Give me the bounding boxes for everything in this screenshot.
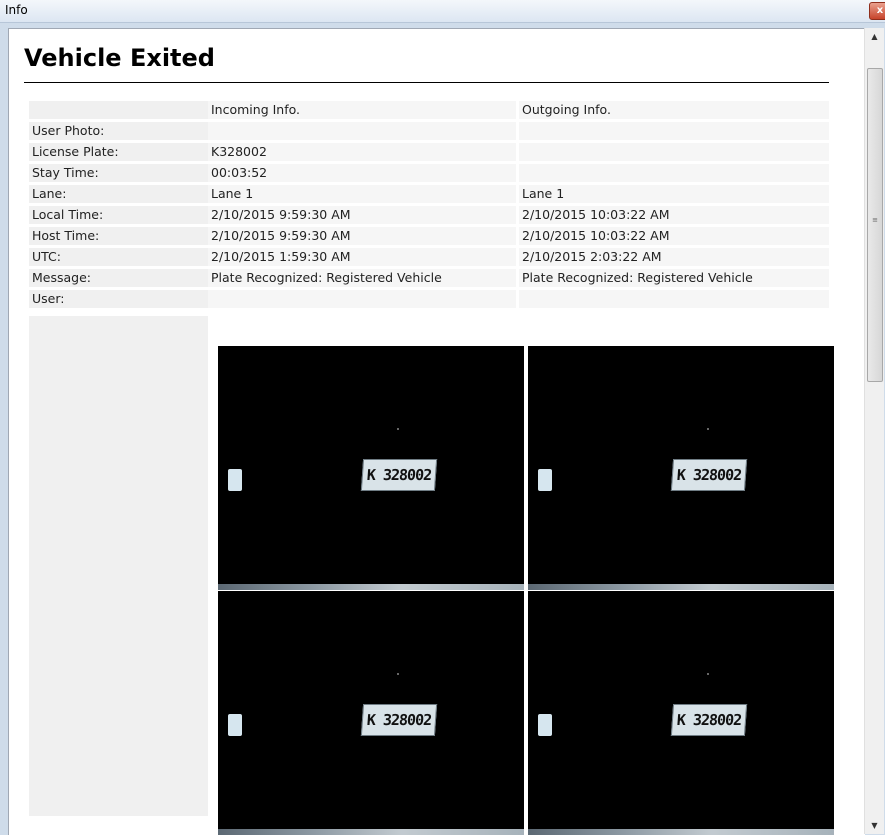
license-plate-image: K 328002 <box>670 459 748 491</box>
row-label: Lane: <box>29 185 208 203</box>
row-incoming: Plate Recognized: Registered Vehicle <box>208 269 516 287</box>
header-outgoing: Outgoing Info. <box>519 101 829 119</box>
row-label: User Photo: <box>29 122 208 140</box>
header-incoming: Incoming Info. <box>208 101 516 119</box>
table-row: User: <box>29 290 829 308</box>
photo-reflection <box>228 714 242 736</box>
scroll-up-arrow-icon[interactable]: ▲ <box>865 28 884 45</box>
table-row: UTC: 2/10/2015 1:59:30 AM 2/10/2015 2:03… <box>29 248 829 266</box>
header-cell-empty <box>29 101 208 119</box>
page-title: Vehicle Exited <box>24 44 215 72</box>
row-label: Stay Time: <box>29 164 208 182</box>
row-outgoing <box>519 143 829 161</box>
row-outgoing <box>519 164 829 182</box>
heading-divider <box>24 82 829 83</box>
table-row: User Photo: <box>29 122 829 140</box>
row-outgoing: Plate Recognized: Registered Vehicle <box>519 269 829 287</box>
table-row: Message: Plate Recognized: Registered Ve… <box>29 269 829 287</box>
row-outgoing: Lane 1 <box>519 185 829 203</box>
window-title: Info <box>5 3 28 17</box>
close-icon: x <box>876 5 884 16</box>
scroll-down-arrow-icon[interactable]: ▼ <box>865 817 884 834</box>
outgoing-photo-bottom: K 328002 <box>528 591 834 835</box>
license-plate-image: K 328002 <box>670 704 748 736</box>
row-incoming: 2/10/2015 1:59:30 AM <box>208 248 516 266</box>
photo-ground-streak <box>218 584 524 590</box>
row-outgoing: 2/10/2015 2:03:22 AM <box>519 248 829 266</box>
row-outgoing: 2/10/2015 10:03:22 AM <box>519 206 829 224</box>
row-incoming <box>208 122 516 140</box>
row-label: UTC: <box>29 248 208 266</box>
row-incoming: K328002 <box>208 143 516 161</box>
photo-reflection <box>538 469 552 491</box>
row-label: License Plate: <box>29 143 208 161</box>
incoming-photo-top: K 328002 <box>218 346 524 590</box>
license-plate-image: K 328002 <box>360 459 438 491</box>
photo-ground-streak <box>528 584 834 590</box>
row-label: Local Time: <box>29 206 208 224</box>
photo-speck <box>397 428 399 430</box>
photo-label-column <box>29 316 208 816</box>
row-incoming <box>208 290 516 308</box>
photo-speck <box>707 673 709 675</box>
row-label: Message: <box>29 269 208 287</box>
info-window: Info x Vehicle Exited Incoming Info. Out… <box>0 0 885 835</box>
table-row: License Plate: K328002 <box>29 143 829 161</box>
row-outgoing <box>519 122 829 140</box>
photo-reflection <box>228 469 242 491</box>
photo-speck <box>707 428 709 430</box>
photo-reflection <box>538 714 552 736</box>
table-row: Lane: Lane 1 Lane 1 <box>29 185 829 203</box>
close-button[interactable]: x <box>869 2 885 20</box>
photo-ground-streak <box>528 829 834 835</box>
row-label: User: <box>29 290 208 308</box>
photo-speck <box>397 673 399 675</box>
row-incoming: 2/10/2015 9:59:30 AM <box>208 227 516 245</box>
title-bar[interactable]: Info x <box>0 0 885 23</box>
table-row: Local Time: 2/10/2015 9:59:30 AM 2/10/20… <box>29 206 829 224</box>
vertical-scrollbar[interactable]: ▲ ≡ ▼ <box>864 28 884 834</box>
row-incoming: Lane 1 <box>208 185 516 203</box>
license-plate-image: K 328002 <box>360 704 438 736</box>
row-incoming: 00:03:52 <box>208 164 516 182</box>
outgoing-photo-top: K 328002 <box>528 346 834 590</box>
table-row: Host Time: 2/10/2015 9:59:30 AM 2/10/201… <box>29 227 829 245</box>
incoming-photo-bottom: K 328002 <box>218 591 524 835</box>
row-label: Host Time: <box>29 227 208 245</box>
table-header-row: Incoming Info. Outgoing Info. <box>29 101 829 119</box>
photo-ground-streak <box>218 829 524 835</box>
row-incoming: 2/10/2015 9:59:30 AM <box>208 206 516 224</box>
scrollbar-thumb[interactable]: ≡ <box>867 68 883 382</box>
scrollbar-grip-icon: ≡ <box>872 216 878 224</box>
row-outgoing <box>519 290 829 308</box>
table-row: Stay Time: 00:03:52 <box>29 164 829 182</box>
row-outgoing: 2/10/2015 10:03:22 AM <box>519 227 829 245</box>
